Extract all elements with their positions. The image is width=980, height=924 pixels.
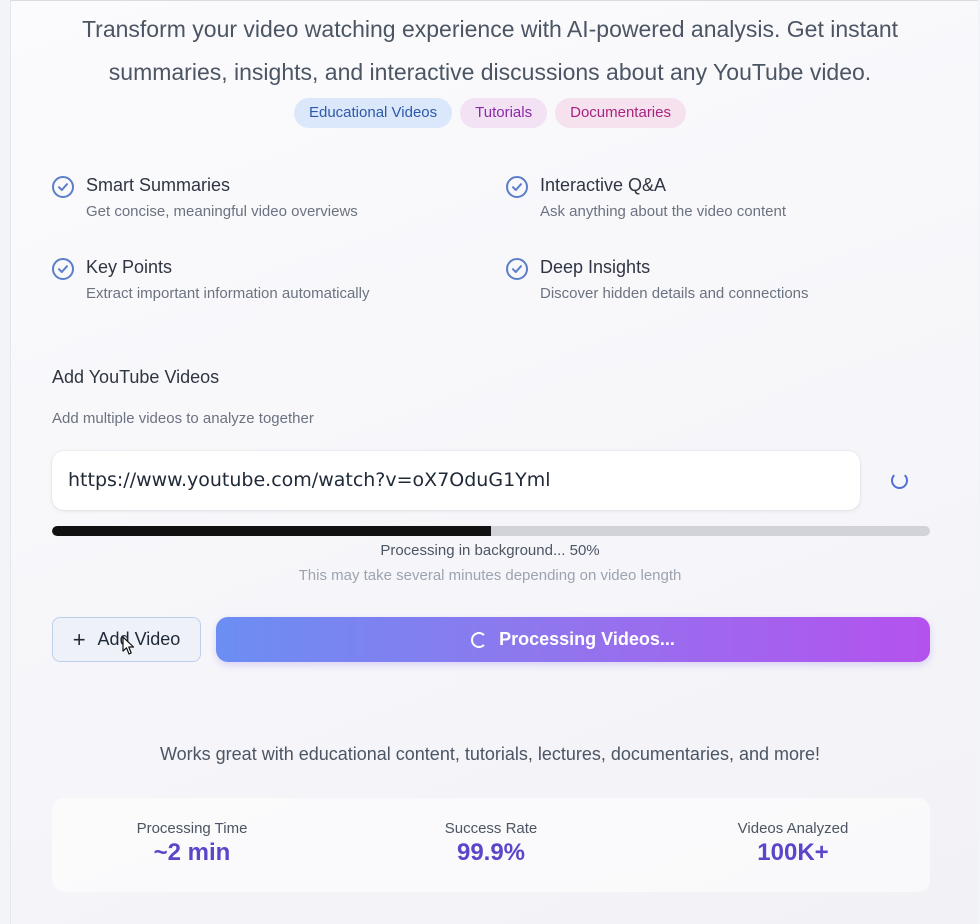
mouse-cursor-icon (122, 636, 135, 655)
tag-educational-videos: Educational Videos (293, 98, 453, 128)
check-circle-icon (506, 176, 528, 198)
feature-title: Interactive Q&A (540, 175, 667, 195)
stat-success-rate: Success Rate 99.9% (351, 820, 631, 867)
feature-description: Discover hidden details and connections (540, 285, 809, 302)
stat-label: Videos Analyzed (737, 820, 849, 837)
stat-label: Processing Time (136, 820, 248, 837)
progress-bar-fill (52, 526, 491, 536)
stat-videos-analyzed: Videos Analyzed 100K+ (653, 820, 933, 867)
add-video-label: Add Video (97, 629, 181, 649)
plus-icon: + (72, 626, 86, 652)
stat-processing-time: Processing Time ~2 min (52, 820, 332, 867)
progress-bar (52, 526, 930, 536)
stat-value: ~2 min (153, 839, 231, 866)
feature-title: Smart Summaries (86, 175, 231, 195)
feature-description: Ask anything about the video content (540, 203, 787, 220)
feature-title: Deep Insights (540, 257, 651, 277)
loading-spinner-icon (891, 472, 908, 489)
process-videos-label: Processing Videos... (499, 629, 675, 649)
process-videos-button[interactable]: Processing Videos... (216, 617, 930, 662)
feature-title: Key Points (86, 257, 173, 277)
feature-description: Extract important information automatica… (86, 285, 370, 302)
video-url-input[interactable]: https://www.youtube.com/watch?v=oX7OduG1… (52, 451, 860, 510)
stat-value: 100K+ (757, 839, 829, 866)
loading-spinner-icon (471, 631, 488, 648)
category-tags: Educational Videos Tutorials Documentari… (0, 98, 980, 128)
hero-line-2: summaries, insights, and interactive dis… (108, 59, 872, 85)
check-circle-icon (506, 258, 528, 280)
feature-description: Get concise, meaningful video overviews (86, 203, 358, 220)
stat-label: Success Rate (444, 820, 538, 837)
videos-section-subtitle: Add multiple videos to analyze together (52, 410, 314, 427)
videos-section-title: Add YouTube Videos (52, 367, 220, 387)
progress-status-text: Processing in background... 50% (380, 542, 600, 559)
works-with-text: Works great with educational content, tu… (160, 744, 820, 764)
check-circle-icon (52, 258, 74, 280)
stat-value: 99.9% (456, 839, 526, 866)
check-circle-icon (52, 176, 74, 198)
hero-description: Transform your video watching experience… (0, 8, 980, 94)
tag-tutorials: Tutorials (460, 98, 548, 128)
progress-note: This may take several minutes depending … (298, 567, 682, 584)
hero-line-1: Transform your video watching experience… (81, 16, 899, 42)
stats-panel: Processing Time ~2 min Success Rate 99.9… (52, 798, 930, 892)
tag-documentaries: Documentaries (555, 98, 686, 128)
